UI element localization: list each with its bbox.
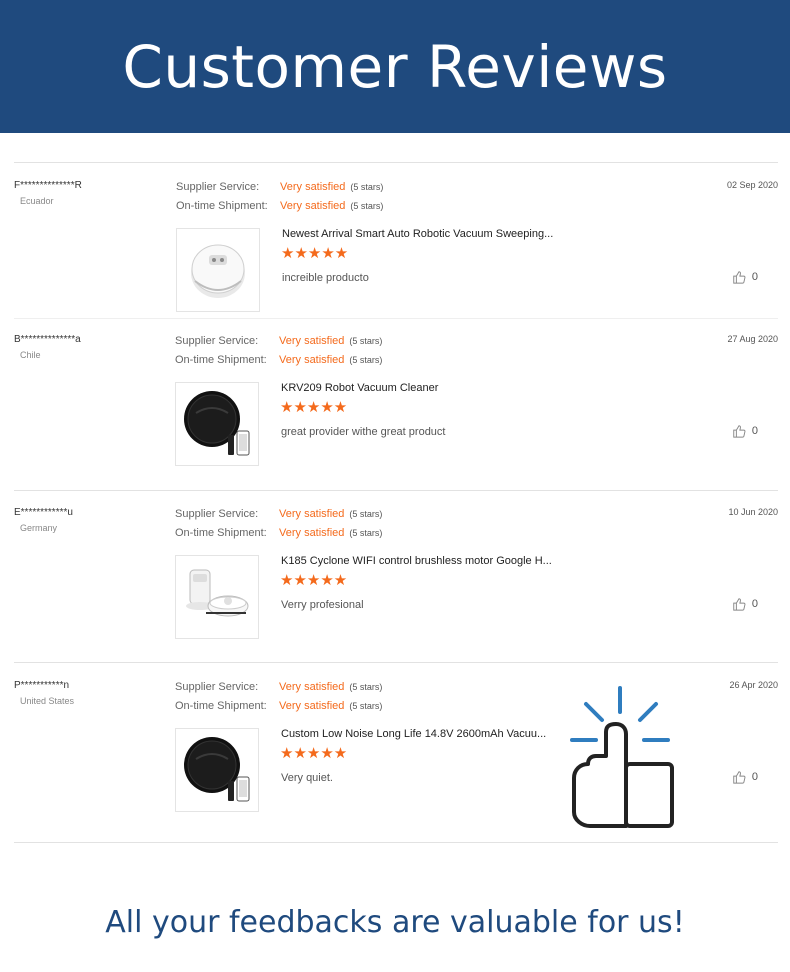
shipment-label: On-time Shipment: (175, 700, 267, 712)
rating-stars: ★★★★★ (280, 745, 348, 762)
helpful-button[interactable]: 0 (732, 770, 758, 784)
shipment-label: On-time Shipment: (175, 354, 267, 366)
helpful-button[interactable]: 0 (732, 270, 758, 284)
helpful-button[interactable]: 0 (732, 424, 758, 438)
supplier-service-row: Supplier Service: Very satisfied (5 stars) (175, 508, 382, 520)
product-title[interactable]: Newest Arrival Smart Auto Robotic Vacuum… (282, 228, 553, 240)
review-comment: Very quiet. (281, 772, 333, 784)
footer-message: All your feedbacks are valuable for us! (105, 905, 685, 940)
rating-stars: ★★★★★ (280, 572, 348, 589)
reviewer-name: E************u (14, 507, 73, 518)
supplier-service-rating: Very satisfied (279, 681, 345, 693)
shipment-stars: (5 stars) (349, 528, 383, 538)
like-count: 0 (751, 771, 758, 783)
review-comment: Verry profesional (281, 599, 364, 611)
thumbs-up-icon (733, 771, 746, 784)
supplier-service-stars: (5 stars) (349, 336, 383, 346)
header-banner: Customer Reviews (0, 0, 790, 133)
product-image[interactable] (176, 228, 260, 312)
review-item: E************u Germany Supplier Service:… (0, 507, 790, 667)
supplier-service-stars: (5 stars) (350, 182, 384, 192)
black-robot-vacuum-icon (184, 737, 250, 802)
reviewer-country: Germany (20, 523, 58, 533)
thumbs-up-icon (570, 686, 674, 828)
product-image[interactable] (175, 382, 259, 466)
shipment-stars: (5 stars) (349, 701, 383, 711)
black-robot-vacuum-icon (184, 391, 250, 456)
supplier-service-rating: Very satisfied (279, 508, 345, 520)
divider (14, 490, 778, 491)
divider (14, 318, 778, 319)
review-date: 10 Jun 2020 (728, 507, 778, 517)
rating-stars: ★★★★★ (280, 399, 348, 416)
review-item: F**************R Ecuador Supplier Servic… (0, 180, 790, 340)
review-date: 26 Apr 2020 (729, 680, 778, 690)
shipment-row: On-time Shipment: Very satisfied (5 stars) (176, 200, 383, 212)
supplier-service-stars: (5 stars) (349, 509, 383, 519)
supplier-service-label: Supplier Service: (175, 508, 259, 520)
product-title[interactable]: Custom Low Noise Long Life 14.8V 2600mAh… (281, 728, 546, 740)
reviewer-country: Chile (20, 350, 41, 360)
product-title[interactable]: KRV209 Robot Vacuum Cleaner (281, 382, 438, 394)
shipment-rating: Very satisfied (279, 700, 345, 712)
supplier-service-label: Supplier Service: (175, 335, 259, 347)
review-date: 02 Sep 2020 (726, 180, 778, 190)
reviewer-country: Ecuador (20, 196, 54, 206)
like-count: 0 (751, 271, 758, 283)
divider (14, 842, 778, 843)
divider (14, 662, 778, 663)
shipment-stars: (5 stars) (349, 355, 383, 365)
review-comment: great provider withe great product (281, 426, 446, 438)
shipment-stars: (5 stars) (350, 201, 384, 211)
review-comment: increible producto (282, 272, 369, 284)
reviewer-name: B**************a (14, 334, 81, 345)
supplier-service-label: Supplier Service: (175, 681, 259, 693)
shipment-rating: Very satisfied (279, 527, 345, 539)
robot-vacuum-with-dock-icon (186, 569, 249, 617)
shipment-label: On-time Shipment: (175, 527, 267, 539)
shipment-row: On-time Shipment: Very satisfied (5 stars) (175, 354, 382, 366)
supplier-service-row: Supplier Service: Very satisfied (5 stars) (175, 335, 382, 347)
helpful-button[interactable]: 0 (732, 597, 758, 611)
like-count: 0 (751, 425, 758, 437)
shipment-label: On-time Shipment: (176, 200, 268, 212)
supplier-service-rating: Very satisfied (280, 181, 346, 193)
review-item: B**************a Chile Supplier Service:… (0, 334, 790, 494)
product-title[interactable]: K185 Cyclone WIFI control brushless moto… (281, 555, 552, 567)
product-image[interactable] (175, 555, 259, 639)
thumbs-up-icon (733, 271, 746, 284)
review-date: 27 Aug 2020 (727, 334, 778, 344)
supplier-service-row: Supplier Service: Very satisfied (5 stars) (176, 181, 383, 193)
reviewer-name: F**************R (14, 180, 82, 191)
white-robot-vacuum-icon (191, 244, 245, 298)
supplier-service-rating: Very satisfied (279, 335, 345, 347)
rating-stars: ★★★★★ (281, 245, 349, 262)
product-image[interactable] (175, 728, 259, 812)
reviewer-country: United States (20, 696, 75, 706)
shipment-rating: Very satisfied (280, 200, 346, 212)
like-count: 0 (751, 598, 758, 610)
thumbs-up-icon (733, 425, 746, 438)
shipment-rating: Very satisfied (279, 354, 345, 366)
page-title: Customer Reviews (122, 32, 668, 101)
supplier-service-row: Supplier Service: Very satisfied (5 stars) (175, 681, 382, 693)
reviewer-name: P***********n (14, 680, 70, 691)
shipment-row: On-time Shipment: Very satisfied (5 stars) (175, 527, 382, 539)
supplier-service-stars: (5 stars) (349, 682, 383, 692)
shipment-row: On-time Shipment: Very satisfied (5 stars) (175, 700, 382, 712)
thumbs-up-icon (733, 598, 746, 611)
divider (14, 162, 778, 163)
supplier-service-label: Supplier Service: (176, 181, 260, 193)
